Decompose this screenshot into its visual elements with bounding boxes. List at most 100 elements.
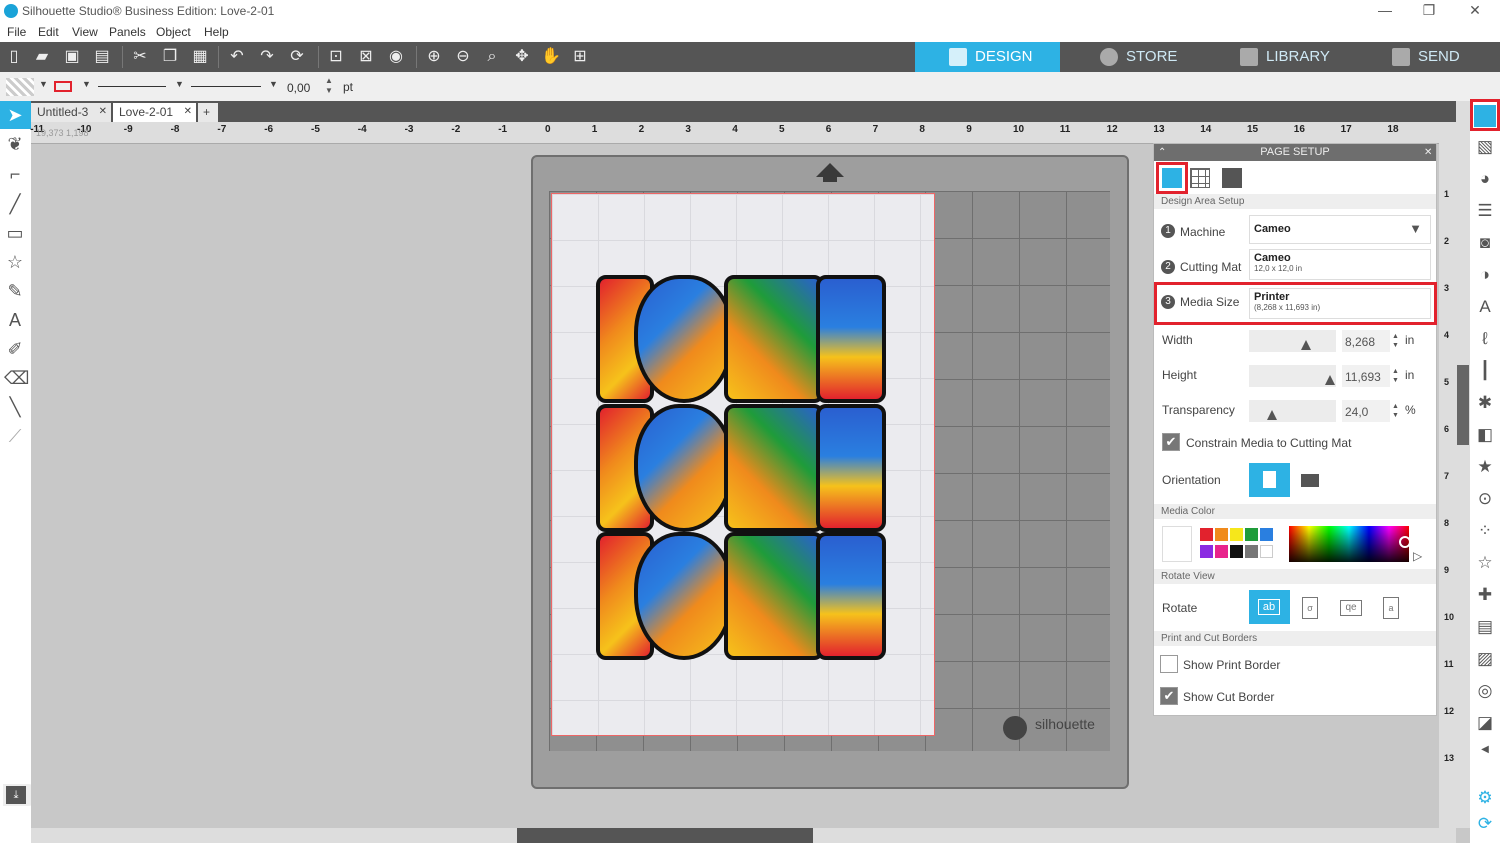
scroll-left-icon[interactable]: ◀ xyxy=(1474,739,1496,761)
favorites-icon[interactable]: ★ xyxy=(1474,456,1496,478)
eraser-tool-icon[interactable]: ⌫ xyxy=(4,367,29,389)
background-settings-icon[interactable] xyxy=(1222,168,1242,188)
vertical-scroll-thumb[interactable] xyxy=(1457,365,1469,445)
color-picker-handle[interactable] xyxy=(1399,536,1411,548)
grid-settings-icon[interactable] xyxy=(1190,168,1210,188)
line-style-icon[interactable]: ☰ xyxy=(1474,200,1496,222)
gradient-icon[interactable]: ◙ xyxy=(1474,232,1496,254)
height-slider[interactable] xyxy=(1249,365,1336,387)
line-tool-icon[interactable]: ╱ xyxy=(4,193,26,215)
undo-icon[interactable]: ↶ xyxy=(227,47,247,67)
menu-object[interactable]: Object xyxy=(156,25,191,39)
menu-file[interactable]: File xyxy=(7,25,26,39)
hatch-icon[interactable]: ▨ xyxy=(1474,648,1496,670)
color-swatch[interactable] xyxy=(1245,545,1258,558)
pan-drag-icon[interactable]: ✥ xyxy=(512,47,532,67)
pencil-tool-icon[interactable]: ✎ xyxy=(4,280,26,302)
cutting-mat-select[interactable]: Cameo 12,0 x 12,0 in xyxy=(1249,249,1431,280)
curve-tool-icon[interactable]: ⌐ xyxy=(4,163,26,185)
maximize-button[interactable]: ❐ xyxy=(1414,2,1444,19)
fill-color-icon[interactable]: ◕ xyxy=(1474,168,1496,190)
orientation-portrait-button[interactable] xyxy=(1249,463,1290,497)
zoom-select-icon[interactable]: ⌕ xyxy=(482,47,502,67)
minimize-button[interactable]: — xyxy=(1370,2,1400,18)
show-cut-border-checkbox[interactable]: ✔ xyxy=(1160,687,1178,705)
color-spectrum-picker[interactable] xyxy=(1289,526,1409,562)
love-word[interactable] xyxy=(596,532,888,662)
add-tab-button[interactable]: + xyxy=(198,103,218,122)
color-swatch[interactable] xyxy=(1215,528,1228,541)
zoom-in-icon[interactable]: ⊕ xyxy=(424,47,444,67)
transparency-input[interactable]: 24,0 xyxy=(1342,400,1390,422)
show-print-border-checkbox[interactable] xyxy=(1160,655,1178,673)
transparency-slider-handle[interactable] xyxy=(1267,410,1277,420)
hand-icon[interactable]: ✋ xyxy=(541,47,561,67)
color-swatch[interactable] xyxy=(1230,545,1243,558)
layers-icon[interactable]: ▤ xyxy=(1474,616,1496,638)
cut-icon[interactable]: ✂ xyxy=(130,47,150,67)
pixscan-icon[interactable]: ▧ xyxy=(1474,136,1496,158)
width-slider-handle[interactable] xyxy=(1301,340,1311,350)
edit-points-icon[interactable]: ❦ xyxy=(4,133,26,155)
tab-library[interactable]: LIBRARY xyxy=(1240,42,1330,72)
replicate-icon[interactable]: ◧ xyxy=(1474,424,1496,446)
line-width-input[interactable]: 0,00 xyxy=(285,80,321,96)
offset-star-icon[interactable]: ☆ xyxy=(1474,552,1496,574)
vertical-scrollbar[interactable] xyxy=(1456,101,1470,828)
open-folder-icon[interactable]: ▰ xyxy=(32,47,52,67)
width-input[interactable]: 8,268 xyxy=(1342,330,1390,352)
height-slider-handle[interactable] xyxy=(1325,375,1335,385)
doc-tab-untitled[interactable]: Untitled-3 ✕ xyxy=(31,103,111,122)
color-swatch[interactable] xyxy=(1260,545,1273,558)
media-color-current[interactable] xyxy=(1162,526,1192,562)
width-slider[interactable] xyxy=(1249,330,1336,352)
menu-help[interactable]: Help xyxy=(204,25,229,39)
rotate-180-icon[interactable]: qe xyxy=(1340,600,1362,616)
redo-icon[interactable]: ↷ xyxy=(257,47,277,67)
horizontal-scroll-thumb[interactable] xyxy=(517,828,813,843)
line-join-selector[interactable] xyxy=(191,86,261,87)
rhinestone-icon[interactable]: ⁘ xyxy=(1474,520,1496,542)
new-document-icon[interactable]: ▯ xyxy=(4,47,24,67)
close-tab-icon[interactable]: ✕ xyxy=(99,106,107,117)
constrain-media-checkbox[interactable]: ✔ xyxy=(1162,433,1180,451)
pointer-icon[interactable]: ➤ xyxy=(4,104,26,126)
sketch-icon[interactable]: ℓ xyxy=(1474,328,1496,350)
color-swatch[interactable] xyxy=(1245,528,1258,541)
height-input[interactable]: 11,693 xyxy=(1342,365,1390,387)
save-icon[interactable]: ▣ xyxy=(62,47,82,67)
line-style-chevron-down-icon[interactable]: ▼ xyxy=(175,79,184,89)
love-word[interactable] xyxy=(596,275,888,405)
text-style-icon[interactable]: A xyxy=(1474,296,1496,318)
orientation-landscape-icon[interactable] xyxy=(1301,474,1319,487)
close-window-button[interactable]: ✕ xyxy=(1460,2,1490,19)
trace-icon[interactable]: ⊙ xyxy=(1474,488,1496,510)
eyedropper-tool-icon[interactable]: ⟋ xyxy=(4,425,26,447)
polygon-tool-icon[interactable]: ☆ xyxy=(4,251,26,273)
transform-icon[interactable]: ✱ xyxy=(1474,392,1496,414)
refresh-icon[interactable]: ⟳ xyxy=(287,47,307,67)
sync-icon[interactable]: ⟳ xyxy=(1474,813,1496,835)
text-tool-icon[interactable]: A xyxy=(4,309,26,331)
panel-close-icon[interactable]: ✕ xyxy=(1424,144,1432,161)
menu-panels[interactable]: Panels xyxy=(109,25,146,39)
line-color-icon[interactable] xyxy=(54,81,72,92)
align-icon[interactable]: ┃ xyxy=(1474,360,1496,382)
line-color-chevron-down-icon[interactable]: ▼ xyxy=(82,79,91,89)
puzzle-icon[interactable]: ✚ xyxy=(1474,584,1496,606)
tab-store[interactable]: STORE xyxy=(1100,42,1177,72)
height-stepper[interactable]: ▲ ▼ xyxy=(1392,367,1399,385)
doc-tab-love[interactable]: Love-2-01 ✕ xyxy=(113,103,196,122)
transparency-slider[interactable] xyxy=(1249,400,1336,422)
fill-pattern-icon[interactable] xyxy=(6,78,34,96)
compound-path-icon[interactable]: ◉ xyxy=(386,47,406,67)
rotate-270-icon[interactable]: a xyxy=(1383,597,1399,619)
copy-icon[interactable]: ❐ xyxy=(160,47,180,67)
close-tab-icon[interactable]: ✕ xyxy=(184,106,192,117)
fit-page-icon[interactable]: ⊞ xyxy=(570,47,590,67)
transparency-icon[interactable]: ◑ xyxy=(1474,264,1496,286)
rectangle-tool-icon[interactable]: ▭ xyxy=(4,222,26,244)
fill-dropdown-chevron-down-icon[interactable]: ▼ xyxy=(39,79,48,89)
ungroup-icon[interactable]: ⊠ xyxy=(356,47,376,67)
3d-sphere-icon[interactable]: ◎ xyxy=(1474,680,1496,702)
